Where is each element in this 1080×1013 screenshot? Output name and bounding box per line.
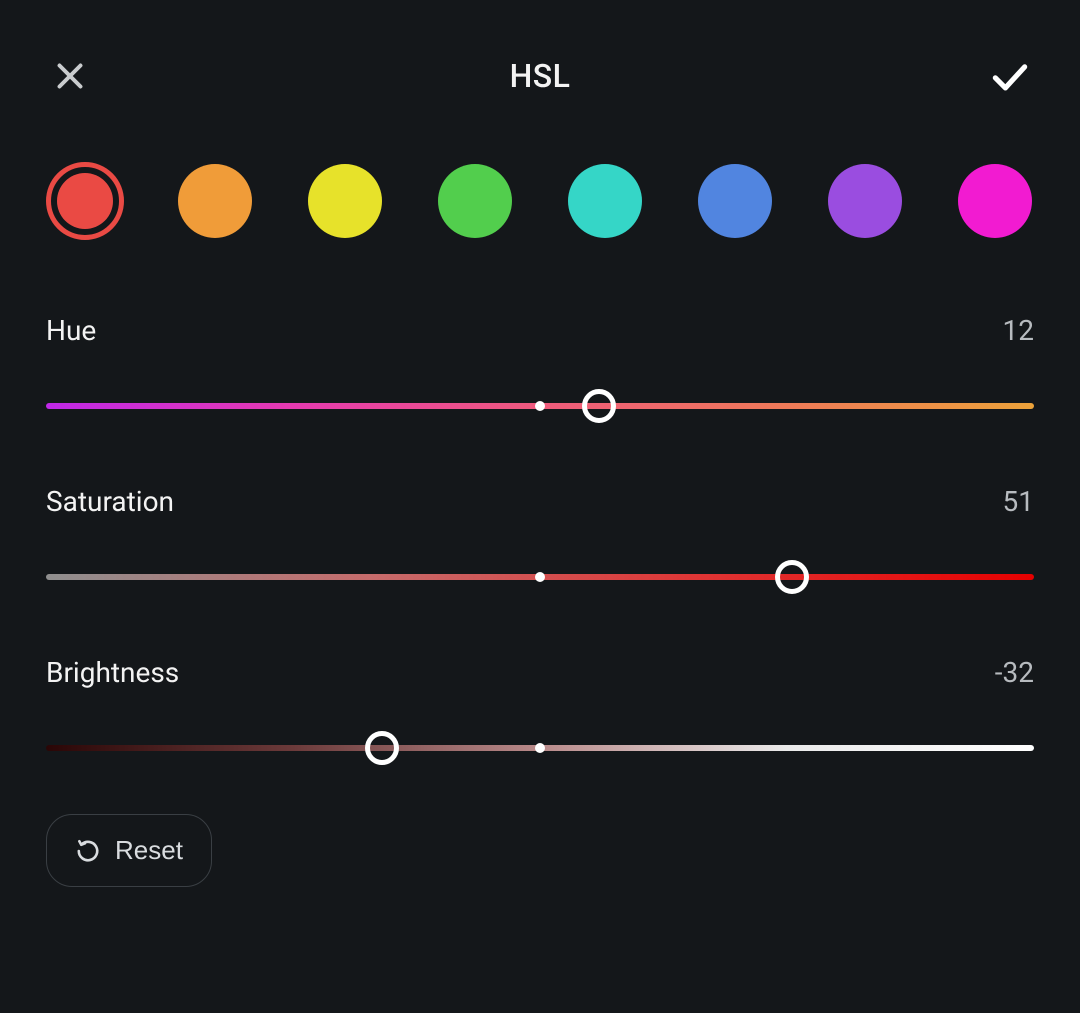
brightness-slider[interactable] bbox=[46, 731, 1034, 765]
swatch-dot bbox=[178, 164, 252, 238]
saturation-value: 51 bbox=[1003, 485, 1034, 518]
color-swatch-purple[interactable] bbox=[826, 162, 904, 240]
color-swatch-cyan[interactable] bbox=[566, 162, 644, 240]
swatch-dot bbox=[828, 164, 902, 238]
sliders-section: Hue 12 Saturation 51 Brightness bbox=[46, 314, 1034, 765]
hue-label: Hue bbox=[46, 314, 96, 347]
saturation-knob[interactable] bbox=[775, 560, 809, 594]
hue-center-dot bbox=[535, 401, 545, 411]
saturation-center-dot bbox=[535, 572, 545, 582]
hue-value: 12 bbox=[1003, 314, 1034, 347]
close-button[interactable] bbox=[46, 52, 94, 100]
brightness-label: Brightness bbox=[46, 656, 179, 689]
saturation-slider-head: Saturation 51 bbox=[46, 485, 1034, 518]
swatch-dot bbox=[438, 164, 512, 238]
swatch-dot bbox=[57, 173, 113, 229]
hue-slider[interactable] bbox=[46, 389, 1034, 423]
hue-slider-head: Hue 12 bbox=[46, 314, 1034, 347]
hue-slider-block: Hue 12 bbox=[46, 314, 1034, 423]
saturation-slider[interactable] bbox=[46, 560, 1034, 594]
reset-label: Reset bbox=[115, 835, 183, 866]
color-swatch-red[interactable] bbox=[46, 162, 124, 240]
color-swatch-orange[interactable] bbox=[176, 162, 254, 240]
close-icon bbox=[52, 58, 88, 94]
brightness-value: -32 bbox=[995, 656, 1034, 689]
check-icon bbox=[988, 54, 1032, 98]
confirm-button[interactable] bbox=[986, 52, 1034, 100]
brightness-knob[interactable] bbox=[365, 731, 399, 765]
brightness-slider-block: Brightness -32 bbox=[46, 656, 1034, 765]
color-swatch-magenta[interactable] bbox=[956, 162, 1034, 240]
saturation-label: Saturation bbox=[46, 485, 174, 518]
color-swatch-blue[interactable] bbox=[696, 162, 774, 240]
reset-button[interactable]: Reset bbox=[46, 814, 212, 887]
brightness-center-dot bbox=[535, 743, 545, 753]
hue-knob[interactable] bbox=[582, 389, 616, 423]
color-swatch-yellow[interactable] bbox=[306, 162, 384, 240]
brightness-slider-head: Brightness -32 bbox=[46, 656, 1034, 689]
swatch-dot bbox=[568, 164, 642, 238]
panel-header: HSL bbox=[46, 46, 1034, 106]
saturation-slider-block: Saturation 51 bbox=[46, 485, 1034, 594]
swatch-dot bbox=[958, 164, 1032, 238]
swatch-dot bbox=[308, 164, 382, 238]
undo-icon bbox=[75, 838, 101, 864]
panel-title: HSL bbox=[94, 57, 986, 95]
color-swatch-row bbox=[46, 162, 1034, 240]
hsl-panel: HSL Hue 12 Saturation 51 bbox=[0, 0, 1080, 1013]
color-swatch-green[interactable] bbox=[436, 162, 514, 240]
swatch-dot bbox=[698, 164, 772, 238]
